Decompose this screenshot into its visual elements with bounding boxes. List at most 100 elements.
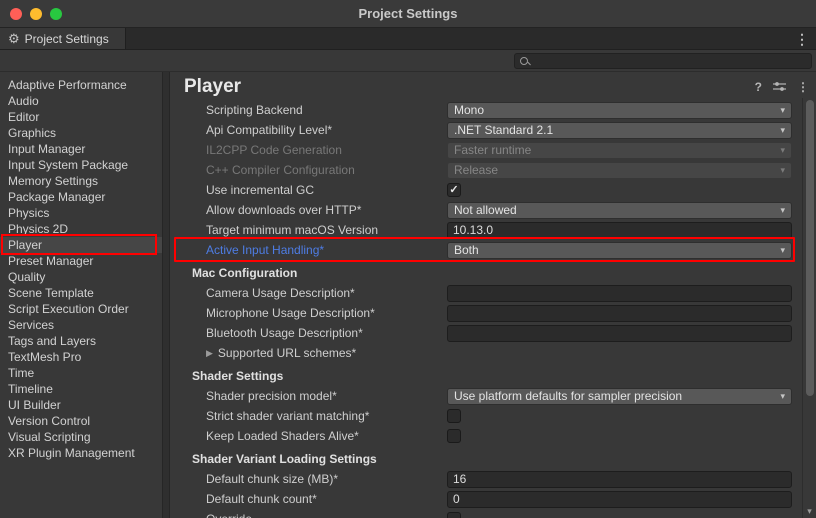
sidebar-item-quality[interactable]: Quality [0,269,162,285]
checkbox-strict-shader-variant-matching[interactable] [447,409,461,423]
sidebar-item-scene-template[interactable]: Scene Template [0,285,162,301]
sidebar-item-adaptive-performance[interactable]: Adaptive Performance [0,77,162,93]
chevron-down-icon: ▾ [780,145,785,156]
dropdown-il2cpp-code-generation[interactable]: Faster runtime▾ [447,142,792,159]
dropdown-active-input-handling[interactable]: Both▾ [447,242,792,259]
close-button[interactable] [10,8,22,20]
search-box[interactable] [514,53,812,69]
sidebar-item-player[interactable]: Player [0,237,162,253]
scrollbar-thumb[interactable] [806,100,814,396]
setting-control: 10.13.0 [447,222,792,239]
setting-label: Microphone Usage Description* [206,306,447,320]
setting-control: .NET Standard 2.1▾ [447,122,792,139]
sidebar-item-ui-builder[interactable]: UI Builder [0,397,162,413]
sidebar-item-physics[interactable]: Physics [0,205,162,221]
section-header-shader-settings: Shader Settings [170,366,802,386]
setting-control [447,325,792,342]
chevron-down-icon: ▾ [780,105,785,116]
sidebar-item-input-system-package[interactable]: Input System Package [0,157,162,173]
sidebar-item-graphics[interactable]: Graphics [0,125,162,141]
tabstrip-menu-icon[interactable]: ⋮ [795,32,809,46]
dropdown-value: Not allowed [454,203,776,217]
foldout-arrow-icon[interactable]: ▶ [206,348,213,359]
sidebar-item-editor[interactable]: Editor [0,109,162,125]
textfield-microphone-usage-description[interactable] [447,305,792,322]
setting-control [447,305,792,322]
setting-row-target-minimum-macos-version: Target minimum macOS Version10.13.0 [170,220,802,240]
setting-label: Default chunk size (MB)* [206,472,447,486]
settings-category-sidebar: Adaptive PerformanceAudioEditorGraphicsI… [0,72,162,518]
sidebar-item-time[interactable]: Time [0,365,162,381]
minimize-button[interactable] [30,8,42,20]
setting-control: Not allowed▾ [447,202,792,219]
foldout-label[interactable]: Supported URL schemes* [218,346,356,360]
setting-control [447,285,792,302]
textfield-camera-usage-description[interactable] [447,285,792,302]
tab-strip: ⚙ Project Settings ⋮ [0,28,816,50]
setting-control: Use platform defaults for sampler precis… [447,388,792,405]
tab-project-settings[interactable]: ⚙ Project Settings [0,28,126,49]
setting-control: 0 [447,491,792,508]
setting-row-scripting-backend: Scripting BackendMono▾ [170,100,802,120]
player-settings-panel: Player ? ⋮ Scripting BackendMono▾Api Com… [170,72,816,518]
textfield-bluetooth-usage-description[interactable] [447,325,792,342]
dropdown-api-compatibility-level[interactable]: .NET Standard 2.1▾ [447,122,792,139]
sidebar-item-memory-settings[interactable]: Memory Settings [0,173,162,189]
dropdown-value: Both [454,243,776,257]
setting-control: Faster runtime▾ [447,142,792,159]
dropdown-shader-precision-model[interactable]: Use platform defaults for sampler precis… [447,388,792,405]
dropdown-allow-downloads-over-http[interactable]: Not allowed▾ [447,202,792,219]
section-header-shader-variant-loading-settings: Shader Variant Loading Settings [170,449,802,469]
dropdown-scripting-backend[interactable]: Mono▾ [447,102,792,119]
sidebar-item-timeline[interactable]: Timeline [0,381,162,397]
sidebar-item-preset-manager[interactable]: Preset Manager [0,253,162,269]
sidebar-item-xr-plugin-management[interactable]: XR Plugin Management [0,445,162,461]
page-title: Player [184,76,744,98]
sidebar-item-textmesh-pro[interactable]: TextMesh Pro [0,349,162,365]
setting-control [447,409,792,423]
textfield-value: 16 [453,472,466,486]
sidebar-item-package-manager[interactable]: Package Manager [0,189,162,205]
setting-row-default-chunk-count: Default chunk count*0 [170,489,802,509]
presets-icon[interactable] [773,81,786,92]
sidebar-item-tags-and-layers[interactable]: Tags and Layers [0,333,162,349]
sidebar-item-services[interactable]: Services [0,317,162,333]
dropdown-c-compiler-configuration[interactable]: Release▾ [447,162,792,179]
textfield-default-chunk-size-mb[interactable]: 16 [447,471,792,488]
textfield-value: 0 [453,492,460,506]
setting-control: Mono▾ [447,102,792,119]
chevron-down-icon: ▾ [780,125,785,136]
setting-row-active-input-handling: Active Input Handling*Both▾ [170,240,802,260]
panel-body: Scripting BackendMono▾Api Compatibility … [170,98,816,518]
panel-menu-icon[interactable]: ⋮ [797,81,809,93]
textfield-target-minimum-macos-version[interactable]: 10.13.0 [447,222,792,239]
sidebar-item-script-execution-order[interactable]: Script Execution Order [0,301,162,317]
scroll-down-arrow-icon[interactable]: ▾ [803,506,816,517]
textfield-default-chunk-count[interactable]: 0 [447,491,792,508]
setting-control: Release▾ [447,162,792,179]
setting-label: Target minimum macOS Version [206,223,447,237]
sidebar-item-physics-2d[interactable]: Physics 2D [0,221,162,237]
sidebar-item-input-manager[interactable]: Input Manager [0,141,162,157]
search-icon [520,57,528,65]
sidebar-divider [162,72,170,518]
sidebar-item-visual-scripting[interactable]: Visual Scripting [0,429,162,445]
title-bar[interactable]: Project Settings [0,0,816,28]
search-input[interactable] [533,54,806,68]
checkbox-override[interactable] [447,512,461,518]
setting-row-camera-usage-description: Camera Usage Description* [170,283,802,303]
chevron-down-icon: ▾ [780,165,785,176]
setting-row-c-compiler-configuration: C++ Compiler ConfigurationRelease▾ [170,160,802,180]
sidebar-item-audio[interactable]: Audio [0,93,162,109]
chevron-down-icon: ▾ [780,391,785,402]
checkbox-use-incremental-gc[interactable]: ✓ [447,183,461,197]
setting-row-il2cpp-code-generation: IL2CPP Code GenerationFaster runtime▾ [170,140,802,160]
checkbox-keep-loaded-shaders-alive[interactable] [447,429,461,443]
help-icon[interactable]: ? [755,81,762,93]
sidebar-item-version-control[interactable]: Version Control [0,413,162,429]
settings-rows: Scripting BackendMono▾Api Compatibility … [170,98,802,518]
vertical-scrollbar[interactable]: ▾ [802,98,816,518]
zoom-button[interactable] [50,8,62,20]
setting-row-supported-url-schemes: ▶ Supported URL schemes* [170,343,802,363]
setting-control [447,429,792,443]
